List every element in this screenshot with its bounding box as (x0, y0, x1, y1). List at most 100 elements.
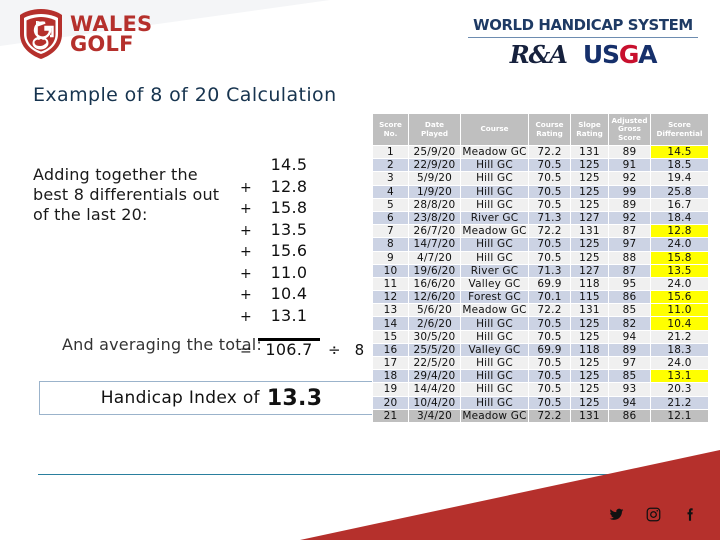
social-links (609, 507, 698, 522)
cell-course: Valley GC (460, 342, 529, 358)
table-header-row: Score No. Date Played Course Course Rati… (372, 113, 709, 146)
world-handicap-system-logo: WORLD HANDICAP SYSTEM R&A US G A (468, 16, 698, 69)
cell-ags: 89 (608, 342, 651, 358)
cell-course-rating: 70.5 (528, 197, 571, 212)
table-row: 14 2/6/20 Hill GC 70.5 125 82 10.4 (372, 316, 709, 331)
header-line: No. (383, 128, 398, 138)
cell-slope-rating: 125 (570, 250, 609, 265)
sum-row: + 13.5 (240, 220, 370, 242)
cell-course-rating: 70.5 (528, 171, 571, 186)
sum-operator: + (240, 265, 252, 282)
twitter-link[interactable] (609, 507, 624, 522)
sum-value: 15.6 (270, 241, 308, 260)
sum-value: 14.5 (270, 155, 308, 174)
cell-ags: 97 (608, 355, 651, 371)
cell-ags: 82 (608, 316, 651, 331)
sum-value: 12.8 (270, 176, 308, 196)
cell-ags: 87 (608, 263, 651, 278)
instagram-icon (646, 507, 661, 522)
cell-date: 14/7/20 (408, 237, 461, 252)
cell-slope-rating: 131 (570, 144, 609, 160)
usga-part-us: US (582, 40, 620, 69)
page-title: Example of 8 of 20 Calculation (33, 84, 337, 106)
cell-slope-rating: 125 (570, 171, 609, 186)
slide-canvas: WALES GOLF WORLD HANDICAP SYSTEM R&A US G… (0, 0, 720, 540)
cell-differential: 20.3 (650, 382, 709, 397)
instagram-link[interactable] (646, 507, 661, 522)
header-line: Played (420, 128, 449, 138)
usga-logo: US G A (582, 40, 658, 69)
facebook-link[interactable] (683, 507, 698, 522)
cell-no: 6 (372, 210, 409, 226)
cell-ags: 94 (608, 395, 651, 410)
sum-value: 10.4 (270, 284, 308, 303)
cell-ags: 89 (608, 144, 651, 160)
cell-no: 13 (372, 303, 409, 318)
randa-logo: R&A (509, 40, 568, 69)
cell-course-rating: 70.5 (528, 237, 571, 252)
cell-differential: 18.4 (650, 210, 709, 226)
cell-differential: 11.0 (650, 303, 709, 318)
sum-value: 13.1 (270, 305, 308, 325)
cell-date: 2/6/20 (408, 316, 461, 331)
cell-ags: 99 (608, 184, 651, 199)
cell-ags: 95 (608, 276, 651, 292)
cell-no: 5 (372, 197, 409, 212)
table-row: 10 19/6/20 River GC 71.3 127 87 13.5 (372, 263, 709, 278)
cell-ags: 85 (608, 303, 651, 318)
differential-sum-list: 14.5 + 12.8 + 15.8 + 13.5 + 15.6 + 11.0 … (240, 155, 370, 327)
wordmark-line-2: GOLF (70, 32, 134, 56)
cell-slope-rating: 125 (570, 369, 609, 384)
sum-row: + 12.8 (240, 177, 370, 199)
sum-row: + 11.0 (240, 263, 370, 285)
cell-course: Hill GC (460, 171, 529, 186)
cell-no: 21 (372, 408, 409, 423)
cell-slope-rating: 125 (570, 184, 609, 199)
cell-differential: 15.6 (650, 290, 709, 305)
cell-course: Valley GC (460, 276, 529, 292)
cell-date: 28/8/20 (408, 197, 461, 212)
table-row: 11 16/6/20 Valley GC 69.9 118 95 24.0 (372, 276, 709, 292)
cell-differential: 13.5 (650, 263, 709, 278)
cell-course-rating: 69.9 (528, 342, 571, 358)
cell-course-rating: 70.5 (528, 316, 571, 331)
twitter-icon (609, 508, 624, 520)
header-line: Differential (656, 128, 703, 138)
cell-course: Forest GC (460, 290, 529, 305)
cell-no: 19 (372, 382, 409, 397)
cell-course: Hill GC (460, 329, 529, 344)
cell-ags: 87 (608, 224, 651, 239)
cell-course: River GC (460, 210, 529, 226)
table-row: 7 26/7/20 Meadow GC 72.2 131 87 12.8 (372, 224, 709, 239)
cell-course-rating: 70.5 (528, 184, 571, 199)
cell-course: Hill GC (460, 184, 529, 199)
cell-no: 10 (372, 263, 409, 278)
score-record-table: Score No. Date Played Course Course Rati… (372, 113, 709, 423)
cell-date: 30/5/20 (408, 329, 461, 344)
cell-date: 26/7/20 (408, 224, 461, 239)
cell-slope-rating: 125 (570, 158, 609, 173)
cell-course: Hill GC (460, 355, 529, 371)
cell-slope-rating: 115 (570, 290, 609, 305)
cell-ags: 85 (608, 369, 651, 384)
cell-no: 3 (372, 171, 409, 186)
cell-course-rating: 70.5 (528, 382, 571, 397)
usga-part-a: A (638, 40, 657, 69)
bottom-diagonal-decoration (300, 450, 720, 540)
wales-golf-shield-icon (20, 9, 62, 59)
cell-course: Hill GC (460, 250, 529, 265)
header-line: Score (618, 132, 641, 142)
cell-differential: 24.0 (650, 276, 709, 292)
cell-differential: 12.8 (650, 224, 709, 239)
cell-slope-rating: 125 (570, 382, 609, 397)
cell-no: 1 (372, 144, 409, 160)
sum-operator: + (240, 244, 252, 260)
whs-title: WORLD HANDICAP SYSTEM (473, 16, 693, 34)
table-row: 19 14/4/20 Hill GC 70.5 125 93 20.3 (372, 382, 709, 397)
cell-differential: 10.4 (650, 316, 709, 331)
cell-no: 18 (372, 369, 409, 384)
sum-operator: + (240, 287, 252, 303)
column-header-slope-rating: Slope Rating (570, 113, 609, 146)
facebook-icon (687, 508, 693, 521)
cell-differential: 15.8 (650, 250, 709, 265)
